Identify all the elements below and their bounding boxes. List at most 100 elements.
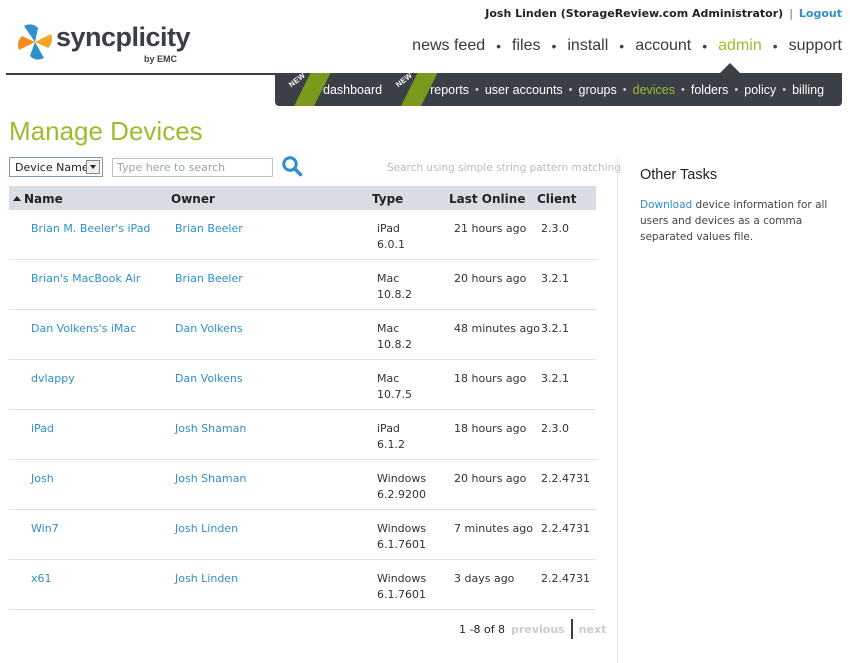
- column-header-type[interactable]: Type: [372, 192, 403, 206]
- owner-link: Dan Volkens: [175, 371, 243, 387]
- filter-selected-value: Device Name: [15, 161, 89, 174]
- search-input[interactable]: [112, 158, 273, 177]
- device-name-link: Dan Volkens's iMac: [31, 321, 136, 337]
- nav-admin[interactable]: admin: [718, 37, 762, 55]
- download-link[interactable]: Download: [640, 199, 692, 211]
- subnav-policy[interactable]: policy: [744, 83, 776, 97]
- client-version: 3.2.1: [541, 271, 569, 287]
- page-title: Manage Devices: [9, 116, 203, 146]
- device-name-link: Win7: [31, 521, 59, 537]
- table-header: Name Owner Type Last Online Client: [9, 186, 596, 210]
- device-type-text: iPad: [377, 422, 400, 435]
- last-online: 18 hours ago: [454, 371, 526, 387]
- search-icon[interactable]: [281, 155, 303, 177]
- table-row: x61 Josh Linden Windows 6.1.7601 3 days ago 2…: [9, 560, 596, 610]
- last-online: 20 hours ago: [454, 471, 526, 487]
- user-name: Josh Linden (StorageReview.com Administr…: [485, 7, 784, 20]
- nav-install[interactable]: install: [567, 37, 608, 55]
- chevron-down-icon[interactable]: [86, 160, 100, 174]
- column-header-client[interactable]: Client: [537, 192, 576, 206]
- last-online-text: 3 days ago: [454, 572, 515, 585]
- pagination: 1 -8 of 8 previous next: [459, 619, 606, 639]
- previous-page-button[interactable]: previous: [511, 623, 565, 636]
- last-online-text: 7 minutes ago: [454, 522, 533, 535]
- table-row: Brian's MacBook Air Brian Beeler Mac 10.8.2…: [9, 260, 596, 310]
- client-version-text: 3.2.1: [541, 372, 569, 385]
- owner-link-text[interactable]: Josh Linden: [175, 522, 238, 535]
- pagination-range: 1 -8 of 8: [459, 622, 506, 636]
- device-type: Mac 10.7.5: [377, 371, 412, 403]
- owner-link-text[interactable]: Brian Beeler: [175, 222, 243, 235]
- subnav-separator: •: [474, 83, 479, 96]
- device-type-text: Windows: [377, 572, 427, 585]
- owner-link-text[interactable]: Josh Linden: [175, 572, 238, 585]
- nav-news-feed[interactable]: news feed: [412, 37, 485, 55]
- owner-link: Dan Volkens: [175, 321, 243, 337]
- column-header-owner[interactable]: Owner: [171, 192, 215, 206]
- client-version: 2.3.0: [541, 221, 569, 237]
- os-version: 10.8.2: [377, 338, 412, 351]
- owner-link-text[interactable]: Josh Shaman: [175, 472, 246, 485]
- column-header-last-online[interactable]: Last Online: [449, 192, 525, 206]
- device-name-link-text[interactable]: Brian M. Beeler's iPad: [31, 222, 150, 235]
- owner-link: Josh Shaman: [175, 421, 246, 437]
- owner-link-text[interactable]: Josh Shaman: [175, 422, 246, 435]
- nav-files[interactable]: files: [512, 37, 540, 55]
- column-header-name[interactable]: Name: [24, 192, 63, 206]
- owner-link: Brian Beeler: [175, 271, 243, 287]
- side-panel-divider: [617, 157, 618, 663]
- device-type-text: Windows: [377, 522, 427, 535]
- device-name-link: Brian's MacBook Air: [31, 271, 140, 287]
- os-version: 10.7.5: [377, 388, 412, 401]
- client-version: 2.2.4731: [541, 571, 590, 587]
- logout-link[interactable]: Logout: [799, 7, 842, 20]
- device-name-link-text[interactable]: iPad: [31, 422, 54, 435]
- subnav-folders[interactable]: folders: [691, 83, 729, 97]
- device-type: Windows 6.1.7601: [377, 571, 426, 603]
- syncplicity-logo[interactable]: syncplicity by EMC: [16, 22, 191, 68]
- owner-link-text[interactable]: Brian Beeler: [175, 272, 243, 285]
- subnav-groups[interactable]: groups: [579, 83, 617, 97]
- last-online: 21 hours ago: [454, 221, 526, 237]
- next-page-button[interactable]: next: [579, 623, 607, 636]
- subnav-user-accounts[interactable]: user accounts: [485, 83, 563, 97]
- owner-link: Josh Linden: [175, 521, 238, 537]
- last-online-text: 20 hours ago: [454, 472, 527, 485]
- subnav-separator: •: [622, 83, 627, 96]
- subnav-devices[interactable]: devices: [633, 83, 675, 97]
- client-version-text: 2.3.0: [541, 422, 569, 435]
- subnav-separator: •: [568, 83, 573, 96]
- device-name-link: Brian M. Beeler's iPad: [31, 221, 150, 237]
- device-type: Mac 10.8.2: [377, 321, 412, 353]
- nav-account[interactable]: account: [635, 37, 691, 55]
- device-type: Mac 10.8.2: [377, 271, 412, 303]
- last-online: 18 hours ago: [454, 421, 526, 437]
- device-name-link: Josh: [31, 471, 54, 487]
- owner-link-text[interactable]: Dan Volkens: [175, 372, 243, 385]
- devices-table: Name Owner Type Last Online Client Brian…: [9, 186, 596, 610]
- owner-link-text[interactable]: Dan Volkens: [175, 322, 243, 335]
- device-name-link-text[interactable]: dvlappy: [31, 372, 75, 385]
- client-version-text: 2.2.4731: [541, 522, 590, 535]
- table-row: Brian M. Beeler's iPad Brian Beeler iPad 6.…: [9, 210, 596, 260]
- last-online-text: 18 hours ago: [454, 372, 527, 385]
- last-online-text: 21 hours ago: [454, 222, 527, 235]
- filter-field-select[interactable]: Device Name: [9, 157, 103, 177]
- nav-separator: •: [702, 38, 708, 54]
- device-name-link-text[interactable]: x61: [31, 572, 52, 585]
- sort-up-icon: [13, 196, 21, 201]
- client-version-text: 2.2.4731: [541, 572, 590, 585]
- nav-support[interactable]: support: [789, 37, 842, 55]
- device-name-link-text[interactable]: Josh: [31, 472, 54, 485]
- os-version: 6.1.7601: [377, 588, 426, 601]
- client-version-text: 3.2.1: [541, 322, 569, 335]
- subnav-billing[interactable]: billing: [792, 83, 824, 97]
- device-type: Windows 6.2.9200: [377, 471, 426, 503]
- device-type-text: iPad: [377, 222, 400, 235]
- device-name-link-text[interactable]: Dan Volkens's iMac: [31, 322, 136, 335]
- os-version: 6.1.7601: [377, 538, 426, 551]
- owner-link: Josh Linden: [175, 571, 238, 587]
- device-name-link-text[interactable]: Win7: [31, 522, 59, 535]
- subnav-dashboard[interactable]: dashboard: [323, 83, 382, 97]
- device-name-link-text[interactable]: Brian's MacBook Air: [31, 272, 140, 285]
